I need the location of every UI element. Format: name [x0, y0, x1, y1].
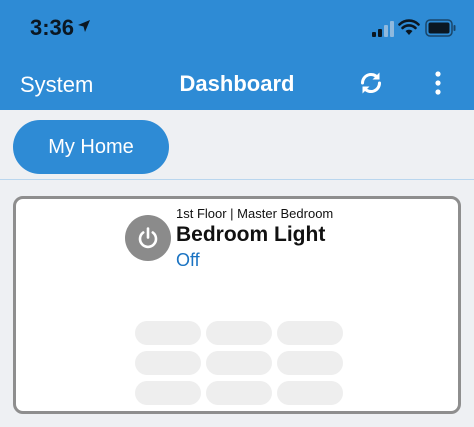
loading-placeholder	[135, 321, 201, 345]
status-time: 3:36	[30, 15, 75, 40]
dashboard-content: My Home 1st Floor | Master Bedroom Bedro…	[0, 110, 474, 427]
loading-placeholder	[277, 351, 343, 375]
power-button[interactable]	[125, 215, 171, 261]
loading-placeholder	[277, 321, 343, 345]
device-name: Bedroom Light	[176, 223, 326, 246]
cellular-signal-icon	[372, 21, 394, 37]
my-home-button[interactable]: My Home	[13, 120, 169, 174]
loading-placeholder	[135, 381, 201, 405]
loading-placeholder	[206, 351, 272, 375]
loading-placeholder	[135, 351, 201, 375]
more-vertical-icon[interactable]	[428, 70, 448, 96]
loading-placeholder-grid	[135, 321, 345, 411]
page-title: Dashboard	[179, 71, 295, 96]
loading-placeholder	[206, 381, 272, 405]
page-title-wrap: Dashboard	[0, 71, 474, 97]
loading-placeholder	[206, 321, 272, 345]
power-icon	[138, 227, 158, 249]
status-bar: 3:36	[0, 0, 474, 56]
nav-bar: System Dashboard	[0, 56, 474, 110]
battery-icon	[425, 19, 456, 37]
wifi-icon	[398, 19, 420, 35]
loading-placeholder	[277, 381, 343, 405]
refresh-icon[interactable]	[356, 68, 386, 98]
device-location: 1st Floor | Master Bedroom	[176, 206, 334, 221]
device-status: Off	[176, 250, 200, 270]
divider	[0, 179, 474, 180]
location-arrow-icon	[78, 20, 90, 32]
device-card[interactable]: 1st Floor | Master Bedroom Bedroom Light…	[13, 196, 461, 414]
